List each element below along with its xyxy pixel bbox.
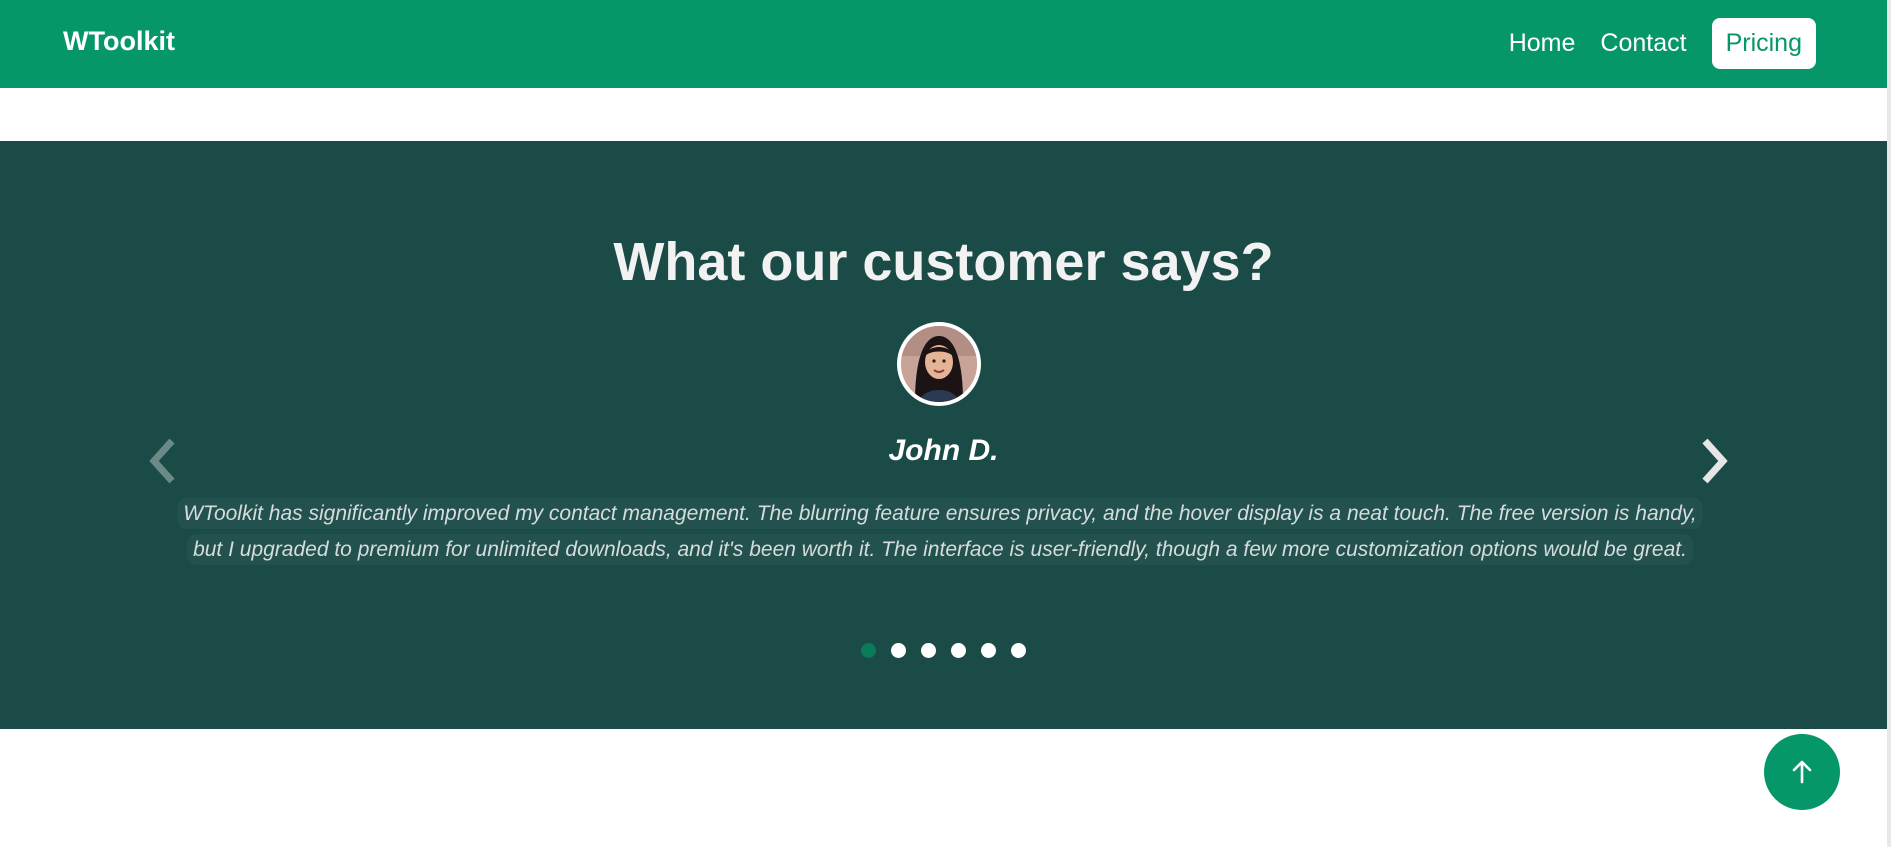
testimonial-quote-text: WToolkit has significantly improved my c… [177,498,1703,565]
navbar: WToolkit Home Contact Pricing [0,0,1887,88]
nav-link-home[interactable]: Home [1509,29,1576,58]
carousel-dot-4[interactable] [951,643,966,658]
nav-link-pricing[interactable]: Pricing [1711,18,1816,69]
testimonial-quote: WToolkit has significantly improved my c… [170,496,1710,568]
nav-link-contact[interactable]: Contact [1600,29,1686,58]
testimonials-section: What our customer says? John D. WToolkit… [0,141,1887,729]
carousel-dot-2[interactable] [891,643,906,658]
carousel-indicators [0,643,1887,658]
avatar-image [901,326,977,402]
section-title: What our customer says? [613,232,1274,292]
carousel-dot-1[interactable] [861,643,876,658]
carousel-next-button[interactable] [1695,431,1735,491]
carousel-prev-button[interactable] [142,431,182,491]
back-to-top-button[interactable] [1764,734,1840,810]
carousel-dot-5[interactable] [981,643,996,658]
customer-name: John D. [888,434,999,467]
carousel-dot-3[interactable] [921,643,936,658]
brand-logo[interactable]: WToolkit [63,26,175,57]
scrollbar[interactable] [1887,0,1891,847]
carousel-dot-6[interactable] [1011,643,1026,658]
chevron-right-icon [1702,438,1728,484]
avatar [897,322,981,406]
chevron-left-icon [149,438,175,484]
arrow-up-icon [1792,760,1812,784]
nav-links: Home Contact Pricing [1484,18,1816,69]
